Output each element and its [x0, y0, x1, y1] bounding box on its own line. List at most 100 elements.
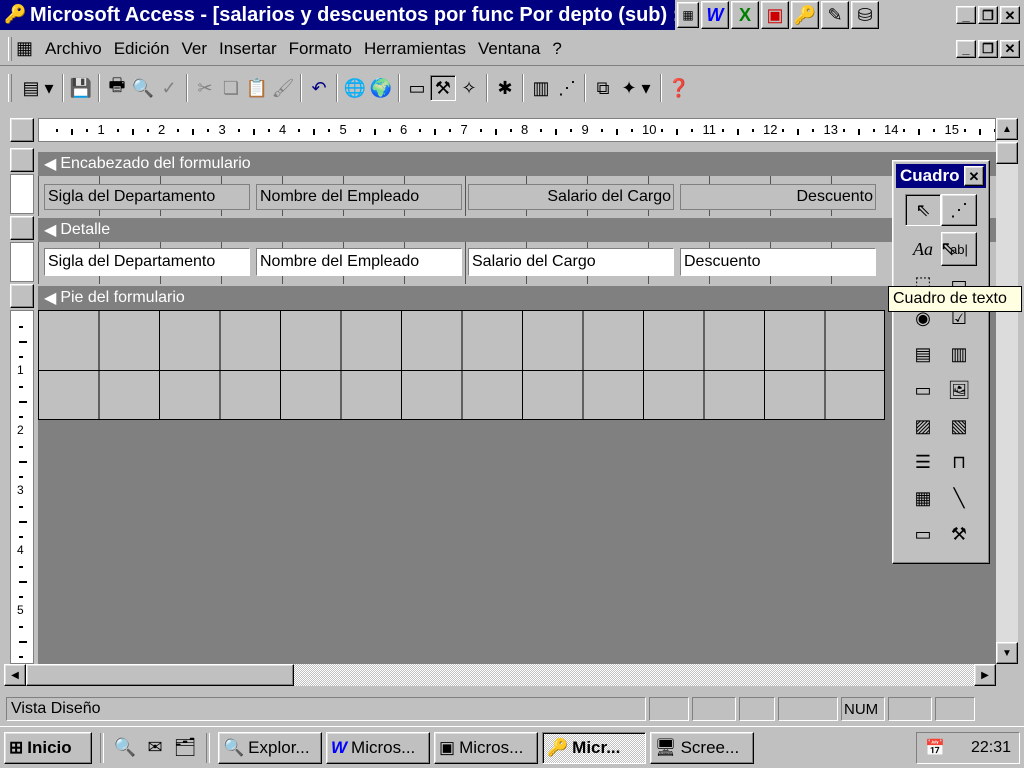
excel-icon[interactable]: X [731, 1, 759, 29]
web-toolbar-icon[interactable]: 🌍 [368, 75, 394, 101]
notepad-icon[interactable]: ✎ [821, 1, 849, 29]
header-section[interactable]: Sigla del Departamento Nombre del Emplea… [38, 176, 996, 216]
help-icon[interactable]: ❓ [666, 75, 692, 101]
more-controls-tool-icon[interactable]: ⚒ [941, 516, 977, 552]
doc-restore-button[interactable]: ❐ [978, 39, 998, 58]
field-sigla[interactable]: Sigla del Departamento [44, 248, 250, 276]
task-explorer[interactable]: 🔍 Explor... [218, 731, 322, 764]
horizontal-scrollbar[interactable]: ◀ ▶ [4, 664, 996, 686]
footer-section[interactable] [38, 310, 885, 420]
header-label-salario[interactable]: Salario del Cargo [468, 184, 674, 210]
access-icon[interactable]: 🔑 [791, 1, 819, 29]
toolbox-icon[interactable]: ⚒ [430, 75, 456, 101]
spelling-icon[interactable]: ✓ [156, 75, 182, 101]
doc-minimize-button[interactable]: _ [956, 39, 976, 58]
tab-control-tool-icon[interactable]: ⊓ [941, 444, 977, 480]
explorer-quicklaunch-icon[interactable]: 🔍 [112, 735, 138, 761]
footer-band[interactable]: ◀ Pie del formulario [38, 286, 996, 310]
detail-band[interactable]: ◀ Detalle [38, 218, 996, 242]
task-screen[interactable]: 🖥 Scree... [650, 731, 754, 764]
start-button[interactable]: ⊞ Inicio [4, 731, 92, 764]
properties-icon[interactable]: ▥ [528, 75, 554, 101]
field-descuento[interactable]: Descuento [680, 248, 876, 276]
toolbox-close-button[interactable]: ✕ [964, 166, 984, 186]
combobox-tool-icon[interactable]: ▤ [905, 336, 941, 372]
cut-icon[interactable]: ✂ [192, 75, 218, 101]
field-salario[interactable]: Salario del Cargo [468, 248, 674, 276]
format-painter-icon[interactable]: 🖌 [270, 75, 296, 101]
word-icon[interactable]: W [701, 1, 729, 29]
image-tool-icon[interactable]: 🖼 [941, 372, 977, 408]
control-wizards-icon[interactable]: ⋰ [941, 194, 977, 226]
clock[interactable]: 22:31 [971, 739, 1011, 757]
header-label-descuento[interactable]: Descuento [680, 184, 876, 210]
vruler-tick [19, 656, 23, 658]
code-icon[interactable]: ✱ [492, 75, 518, 101]
restore-button[interactable]: ❐ [978, 6, 998, 24]
undo-icon[interactable]: ↶ [306, 75, 332, 101]
new-object-icon[interactable]: ✦ ▾ [616, 75, 656, 101]
copy-icon[interactable]: ❏ [218, 75, 244, 101]
save-icon[interactable]: 💾 [68, 75, 94, 101]
menu-formato[interactable]: Formato [283, 39, 358, 59]
toolbox-window[interactable]: Cuadro ✕ ⇖ ⋰ Aa ab| ⬚ ▭ ◉ ☑ ▤ ▥ ▭ 🖼 ▨ ▧ … [892, 160, 990, 564]
toolbox-title-bar[interactable]: Cuadro ✕ [896, 164, 986, 188]
horizontal-scroll-thumb[interactable] [26, 664, 294, 686]
header-label-sigla[interactable]: Sigla del Departamento [44, 184, 250, 210]
form-selector[interactable] [10, 118, 34, 142]
scroll-down-icon[interactable]: ▼ [996, 642, 1018, 664]
scroll-right-icon[interactable]: ▶ [974, 664, 996, 686]
menu-ayuda[interactable]: ? [546, 39, 567, 59]
detail-section[interactable]: Sigla del Departamento Nombre del Emplea… [38, 242, 996, 284]
scroll-left-icon[interactable]: ◀ [4, 664, 26, 686]
outlook-quicklaunch-icon[interactable]: ✉ [142, 735, 168, 761]
database-window-icon[interactable]: ⧉ [590, 75, 616, 101]
header-band[interactable]: ◀ Encabezado del formulario [38, 152, 996, 176]
detail-section-selector[interactable] [10, 216, 34, 240]
header-label-nombre[interactable]: Nombre del Empleado [256, 184, 462, 210]
form-icon[interactable]: ▦ [16, 38, 33, 59]
task-access[interactable]: 🔑 Micr... [542, 731, 646, 764]
line-tool-icon[interactable]: ╲ [941, 480, 977, 516]
menu-ventana[interactable]: Ventana [472, 39, 546, 59]
menu-ver[interactable]: Ver [175, 39, 213, 59]
field-nombre[interactable]: Nombre del Empleado [256, 248, 462, 276]
build-icon[interactable]: ⋰ [554, 75, 580, 101]
select-objects-icon[interactable]: ⇖ [905, 194, 941, 226]
print-icon[interactable]: 🖶 [104, 75, 130, 101]
field-list-icon[interactable]: ▭ [404, 75, 430, 101]
print-preview-icon[interactable]: 🔍 [130, 75, 156, 101]
office-bar-icon[interactable]: ▦ [677, 2, 699, 28]
task-word[interactable]: W Micros... [326, 731, 430, 764]
menu-herramientas[interactable]: Herramientas [358, 39, 472, 59]
vertical-scroll-thumb[interactable] [996, 142, 1018, 164]
page-break-tool-icon[interactable]: ☰ [905, 444, 941, 480]
task-powerpoint[interactable]: ▣ Micros... [434, 731, 538, 764]
close-button[interactable]: ✕ [1000, 6, 1020, 24]
rectangle-tool-icon[interactable]: ▭ [905, 516, 941, 552]
command-button-tool-icon[interactable]: ▭ [905, 372, 941, 408]
unbound-object-tool-icon[interactable]: ▨ [905, 408, 941, 444]
subform-tool-icon[interactable]: ▦ [905, 480, 941, 516]
powerpoint-icon[interactable]: ▣ [761, 1, 789, 29]
bound-object-tool-icon[interactable]: ▧ [941, 408, 977, 444]
view-icon[interactable]: ▤ ▾ [18, 75, 58, 101]
insert-hyperlink-icon[interactable]: 🌐 [342, 75, 368, 101]
menu-insertar[interactable]: Insertar [213, 39, 283, 59]
menu-archivo[interactable]: Archivo [39, 39, 108, 59]
autoformat-icon[interactable]: ✧ [456, 75, 482, 101]
vertical-scrollbar[interactable]: ▲ ▼ [996, 118, 1018, 664]
desktop-quicklaunch-icon[interactable]: 🗂 [172, 735, 198, 761]
listbox-tool-icon[interactable]: ▥ [941, 336, 977, 372]
paste-icon[interactable]: 📋 [244, 75, 270, 101]
minimize-button[interactable]: _ [956, 6, 976, 24]
menu-edicion[interactable]: Edición [108, 39, 176, 59]
scheduler-tray-icon[interactable]: 📅 [925, 738, 945, 758]
label-tool-icon[interactable]: Aa [905, 232, 941, 266]
installer-icon[interactable]: ⛁ [851, 1, 879, 29]
doc-close-button[interactable]: ✕ [1000, 39, 1020, 58]
horizontal-ruler[interactable]: 1 2 3 4 5 6 7 8 9 10 11 12 13 14 15 [38, 118, 996, 142]
footer-section-selector[interactable] [10, 284, 34, 308]
scroll-up-icon[interactable]: ▲ [996, 118, 1018, 140]
header-section-selector[interactable] [10, 148, 34, 172]
